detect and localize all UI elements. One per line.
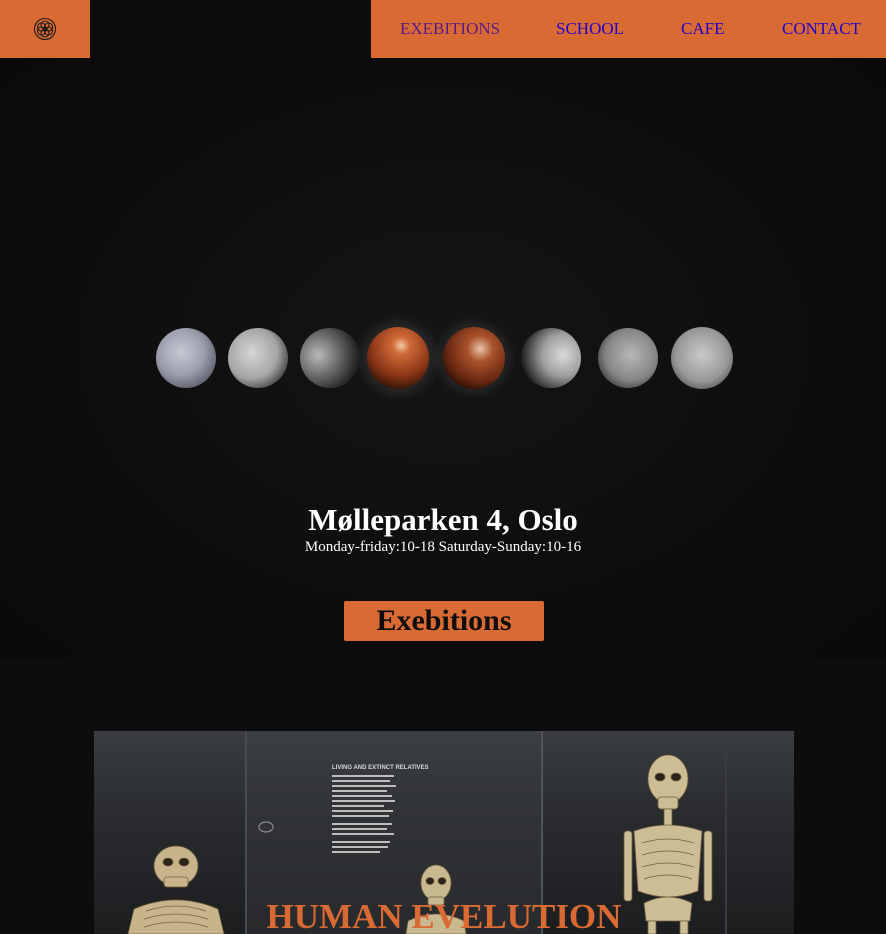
moon-phase-1 [156, 328, 216, 388]
moon-phase-6 [521, 328, 581, 388]
nav-link-exebitions[interactable]: EXEBITIONS [400, 19, 500, 39]
placard-heading: LIVING AND EXTINCT RELATIVES [332, 765, 429, 771]
exhibit-title[interactable]: HUMAN EVELUTION [94, 897, 794, 934]
flower-of-life-icon [33, 17, 57, 41]
opening-hours: Monday-friday:10-18 Saturday-Sunday:10-1… [304, 539, 582, 555]
main-navigation: EXEBITIONS SCHOOL CAFE CONTACT [371, 0, 886, 58]
moon-phase-3 [300, 328, 360, 388]
address-heading: Mølleparken 4, Oslo [308, 502, 578, 537]
nav-link-contact[interactable]: CONTACT [782, 19, 861, 39]
lunar-eclipse-image [156, 314, 733, 402]
nav-link-school[interactable]: SCHOOL [556, 19, 624, 39]
logo[interactable] [0, 0, 90, 58]
moon-phase-7 [598, 328, 658, 388]
exebitions-button[interactable]: Exebitions [344, 601, 544, 641]
exhibit-card[interactable]: LIVING AND EXTINCT RELATIVES HUMAN EVELU… [94, 731, 794, 934]
hero-section: Mølleparken 4, Oslo Monday-friday:10-18 … [0, 58, 886, 658]
moon-phase-2 [228, 328, 288, 388]
moon-phase-8 [671, 327, 733, 389]
moon-phase-5 [443, 327, 505, 389]
nav-link-cafe[interactable]: CAFE [681, 19, 724, 39]
moon-phase-4 [367, 327, 429, 389]
